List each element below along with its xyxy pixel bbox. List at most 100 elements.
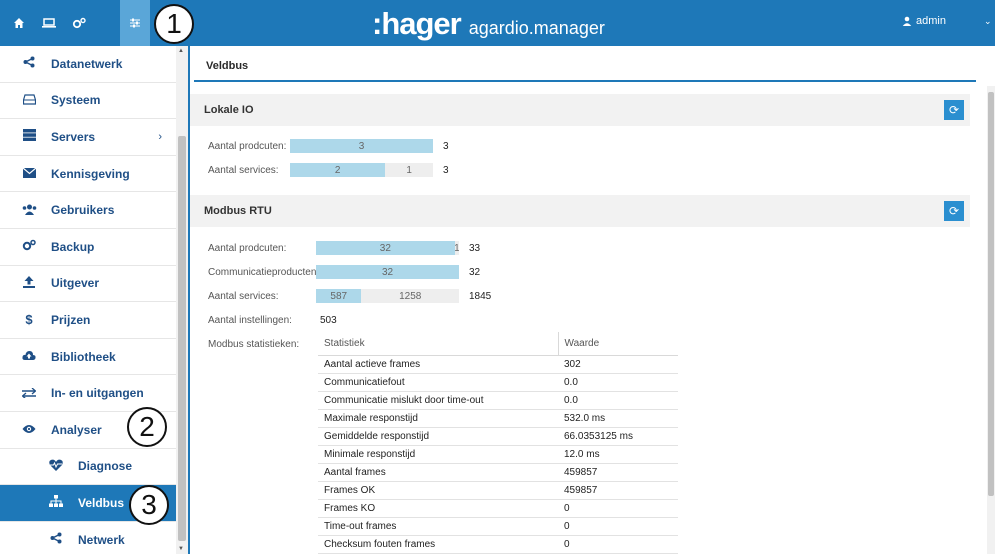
column-header[interactable]: Statistiek bbox=[318, 332, 558, 356]
table-row: Time-out frames 0 bbox=[318, 517, 678, 536]
sidebar-item-gebruikers[interactable]: Gebruikers bbox=[0, 192, 176, 229]
main-scrollbar[interactable] bbox=[987, 86, 995, 554]
row-total: 3 bbox=[443, 140, 449, 152]
brand-logo: :hager agardio.manager bbox=[372, 6, 605, 41]
section-modbus-rtu: Modbus RTU ⟳ bbox=[190, 195, 970, 227]
stat-value: 0 bbox=[558, 499, 678, 518]
sidebar-item-label: Bibliotheek bbox=[51, 349, 116, 364]
stat-name: Minimale responstijd bbox=[318, 445, 558, 464]
table-row: Maximale responstijd 532.0 ms bbox=[318, 409, 678, 428]
stat-name: Communicatie mislukt door time-out bbox=[318, 391, 558, 410]
refresh-button[interactable]: ⟳ bbox=[944, 100, 964, 120]
row-label: Aantal services: bbox=[208, 290, 279, 302]
laptop-icon[interactable] bbox=[34, 0, 64, 46]
row-label: Aantal prodcuten: bbox=[208, 242, 287, 254]
progress-bar: 32 1 bbox=[316, 241, 459, 255]
progress-bar: 32 bbox=[316, 265, 459, 279]
stat-name: Aantal frames bbox=[318, 463, 558, 482]
sidebar-item-bibliotheek[interactable]: Bibliotheek bbox=[0, 339, 176, 376]
scroll-down-icon[interactable]: ▼ bbox=[178, 546, 184, 552]
modbus-producten-row: Aantal prodcuten: 32 1 33 bbox=[208, 240, 480, 256]
sidebar-item-servers[interactable]: Servers › bbox=[0, 119, 176, 156]
stat-name: Time-out frames bbox=[318, 517, 558, 536]
home-icon[interactable] bbox=[4, 0, 34, 46]
column-header[interactable]: Waarde bbox=[557, 332, 678, 356]
scroll-up-icon[interactable]: ▲ bbox=[178, 48, 184, 54]
stat-name: Frames OK bbox=[318, 481, 558, 500]
sidebar-item-netwerk[interactable]: Netwerk bbox=[0, 522, 176, 554]
sidebar: Datanetwerk Systeem Servers › Kennisgevi… bbox=[0, 46, 176, 554]
bar-segment: 32 bbox=[316, 265, 459, 279]
bar-segment: 1258 bbox=[399, 290, 422, 302]
sidebar-item-label: Backup bbox=[51, 239, 95, 254]
table-row: Gemiddelde responstijd 66.0353125 ms bbox=[318, 427, 678, 446]
sidebar-item-uitgever[interactable]: Uitgever bbox=[0, 266, 176, 303]
cogs-icon bbox=[22, 239, 36, 254]
sidebar-item-kennisgeving[interactable]: Kennisgeving bbox=[0, 156, 176, 193]
sidebar-item-label: Gebruikers bbox=[51, 203, 115, 218]
table-row: Communicatiefout 0.0 bbox=[318, 373, 678, 392]
sidebar-item-diagnose[interactable]: Diagnose bbox=[0, 449, 176, 486]
refresh-icon: ⟳ bbox=[948, 204, 960, 218]
row-label: Aantal services: bbox=[208, 164, 279, 176]
sidebar-scroll-thumb[interactable] bbox=[178, 136, 186, 541]
callout-1: 1 bbox=[154, 4, 194, 44]
sidebar-item-prijzen[interactable]: $ Prijzen bbox=[0, 302, 176, 339]
modbus-services-row: Aantal services: 587 1258 1845 bbox=[208, 288, 491, 304]
row-label: Aantal prodcuten: bbox=[208, 140, 287, 152]
table-row: Communicatie mislukt door time-out 0.0 bbox=[318, 391, 678, 410]
row-total: 1845 bbox=[469, 290, 492, 302]
tab-bar: Veldbus bbox=[194, 46, 976, 82]
row-label: Communicatieproducten: bbox=[208, 266, 320, 278]
bar-segment: 32 bbox=[316, 241, 455, 255]
sidebar-item-backup[interactable]: Backup bbox=[0, 229, 176, 266]
bar-segment: 2 bbox=[290, 163, 386, 177]
row-label: Aantal instellingen: bbox=[208, 314, 292, 326]
cogs-icon[interactable] bbox=[64, 0, 94, 46]
callout-3: 3 bbox=[129, 485, 169, 525]
stat-value: 0 bbox=[558, 517, 678, 536]
progress-bar: 3 bbox=[290, 139, 433, 153]
sidebar-item-label: Prijzen bbox=[51, 312, 91, 327]
sidebar-scrollbar[interactable]: ▲ ▼ bbox=[176, 46, 188, 554]
sidebar-item-label: Kennisgeving bbox=[51, 166, 130, 181]
sidebar-item-label: Datanetwerk bbox=[51, 56, 123, 71]
table-row: Frames OK 459857 bbox=[318, 481, 678, 500]
callout-2: 2 bbox=[127, 407, 167, 447]
stat-value: 0 bbox=[558, 535, 678, 554]
sidebar-item-datanetwerk[interactable]: Datanetwerk bbox=[0, 46, 176, 83]
row-total: 3 bbox=[443, 164, 449, 176]
progress-bar: 2 1 bbox=[290, 163, 433, 177]
stat-name: Gemiddelde responstijd bbox=[318, 427, 558, 446]
stat-value: 0.0 bbox=[558, 391, 678, 410]
share-icon bbox=[49, 532, 63, 547]
table-row: Checksum fouten frames 0 bbox=[318, 535, 678, 554]
section-title: Modbus RTU bbox=[204, 205, 272, 217]
envelope-icon bbox=[22, 166, 36, 181]
sidebar-item-label: Uitgever bbox=[51, 276, 100, 291]
statistics-table: Statistiek Waarde Aantal actieve frames 3… bbox=[318, 332, 678, 554]
table-row: Minimale responstijd 12.0 ms bbox=[318, 445, 678, 464]
user-menu[interactable]: admin ⌄ bbox=[902, 15, 992, 27]
stat-name: Communicatiefout bbox=[318, 373, 558, 392]
dollar-icon: $ bbox=[25, 312, 33, 328]
stat-value: 66.0353125 ms bbox=[558, 427, 678, 446]
server-icon bbox=[22, 129, 36, 144]
stat-name: Checksum fouten frames bbox=[318, 535, 558, 554]
sliders-icon[interactable] bbox=[120, 0, 150, 46]
user-name: admin bbox=[916, 15, 946, 27]
tab-veldbus[interactable]: Veldbus bbox=[206, 60, 248, 72]
table-header: Statistiek Waarde bbox=[318, 332, 678, 356]
heartbeat-icon bbox=[49, 459, 63, 474]
main-scroll-thumb[interactable] bbox=[988, 92, 994, 496]
section-title: Lokale IO bbox=[204, 104, 254, 116]
modbus-statistieken-row: Modbus statistieken: bbox=[208, 336, 320, 352]
refresh-button[interactable]: ⟳ bbox=[944, 201, 964, 221]
sidebar-item-label: In- en uitgangen bbox=[51, 386, 144, 401]
exchange-icon bbox=[21, 386, 37, 401]
table-row: Aantal actieve frames 302 bbox=[318, 355, 678, 374]
sidebar-item-systeem[interactable]: Systeem bbox=[0, 83, 176, 120]
sidebar-item-label: Diagnose bbox=[78, 459, 133, 474]
drive-icon bbox=[22, 93, 36, 108]
sidebar-item-label: Systeem bbox=[51, 93, 101, 108]
